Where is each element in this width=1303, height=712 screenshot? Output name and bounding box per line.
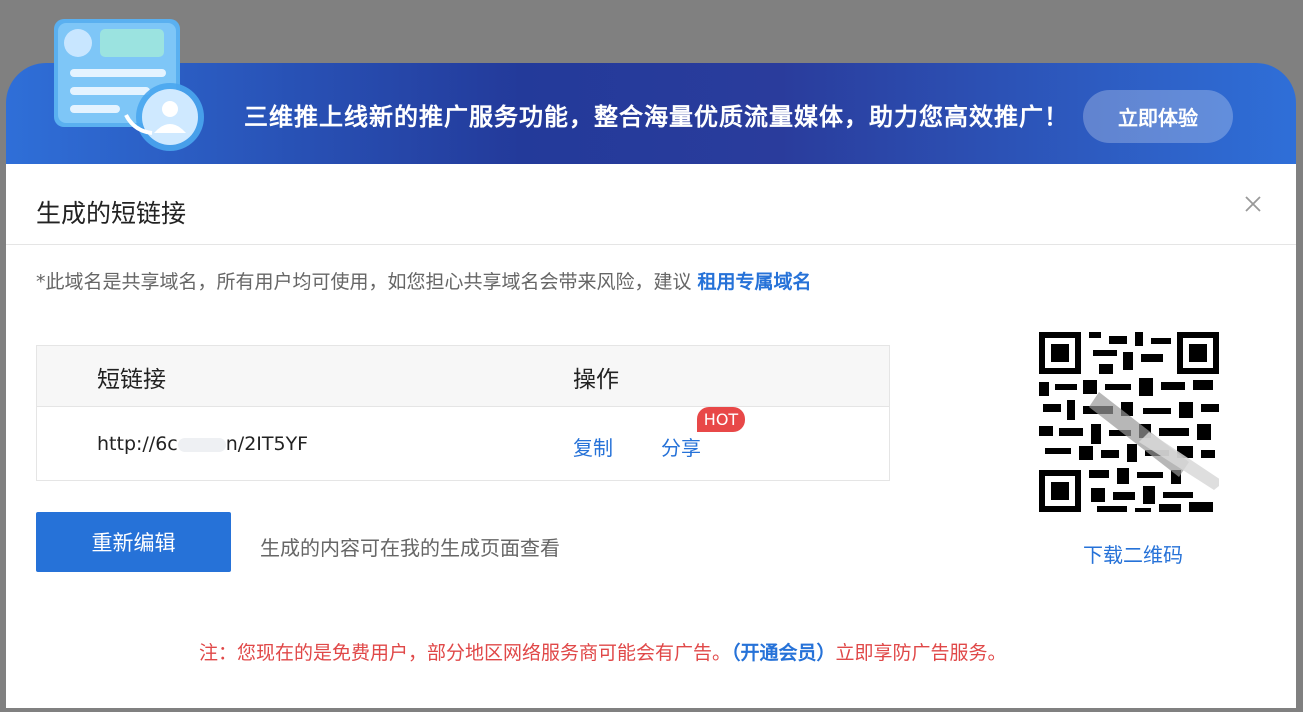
dialog-header: 生成的短链接 bbox=[6, 164, 1296, 245]
copy-link[interactable]: 复制 bbox=[573, 432, 613, 461]
short-link-url[interactable]: http://6c n/2IT5YF bbox=[97, 433, 308, 455]
footer-text-end: 立即享防广告服务。 bbox=[835, 642, 1007, 664]
table-header: 短链接 操作 bbox=[37, 346, 889, 407]
qr-code-image bbox=[1039, 332, 1219, 512]
column-header-actions: 操作 bbox=[573, 367, 619, 393]
try-now-button[interactable]: 立即体验 bbox=[1083, 90, 1233, 143]
banner-text: 三维推上线新的推广服务功能，整合海量优质流量媒体，助力您高效推广！ bbox=[244, 103, 1069, 131]
open-membership-link[interactable]: （开通会员） bbox=[731, 642, 836, 664]
generated-content-hint: 生成的内容可在我的生成页面查看 bbox=[260, 536, 560, 560]
short-link-dialog: 三维推上线新的推广服务功能，整合海量优质流量媒体，助力您高效推广！ 立即体验 生… bbox=[6, 63, 1296, 708]
redacted-blur bbox=[177, 437, 226, 452]
share-link[interactable]: 分享 bbox=[661, 432, 701, 461]
rent-domain-link[interactable]: 租用专属域名 bbox=[698, 271, 812, 293]
download-qr-link[interactable]: 下载二维码 bbox=[1083, 539, 1183, 568]
dialog-title: 生成的短链接 bbox=[36, 199, 187, 228]
close-icon[interactable] bbox=[1243, 194, 1263, 214]
shared-domain-notice: *此域名是共享域名，所有用户均可使用，如您担心共享域名会带来风险，建议 租用专属… bbox=[36, 267, 812, 294]
dialog-panel: 生成的短链接 *此域名是共享域名，所有用户均可使用，如您担心共享域名会带来风险，… bbox=[6, 164, 1296, 708]
column-header-short-link: 短链接 bbox=[97, 367, 166, 393]
free-user-footer-notice: 注：您现在的是免费用户，部分地区网络服务商可能会有广告。（开通会员）立即享防广告… bbox=[199, 638, 1007, 665]
notice-text: *此域名是共享域名，所有用户均可使用，如您担心共享域名会带来风险，建议 bbox=[36, 271, 698, 293]
re-edit-button[interactable]: 重新编辑 bbox=[36, 512, 231, 572]
short-link-table: 短链接 操作 http://6c n/2IT5YF 复制 分享 HOT bbox=[36, 345, 890, 481]
footer-text: 注：您现在的是免费用户，部分地区网络服务商可能会有广告。 bbox=[199, 642, 732, 664]
hot-badge: HOT bbox=[697, 407, 745, 432]
promo-illustration-icon bbox=[54, 19, 204, 151]
table-row: http://6c n/2IT5YF 复制 分享 HOT bbox=[37, 407, 889, 480]
